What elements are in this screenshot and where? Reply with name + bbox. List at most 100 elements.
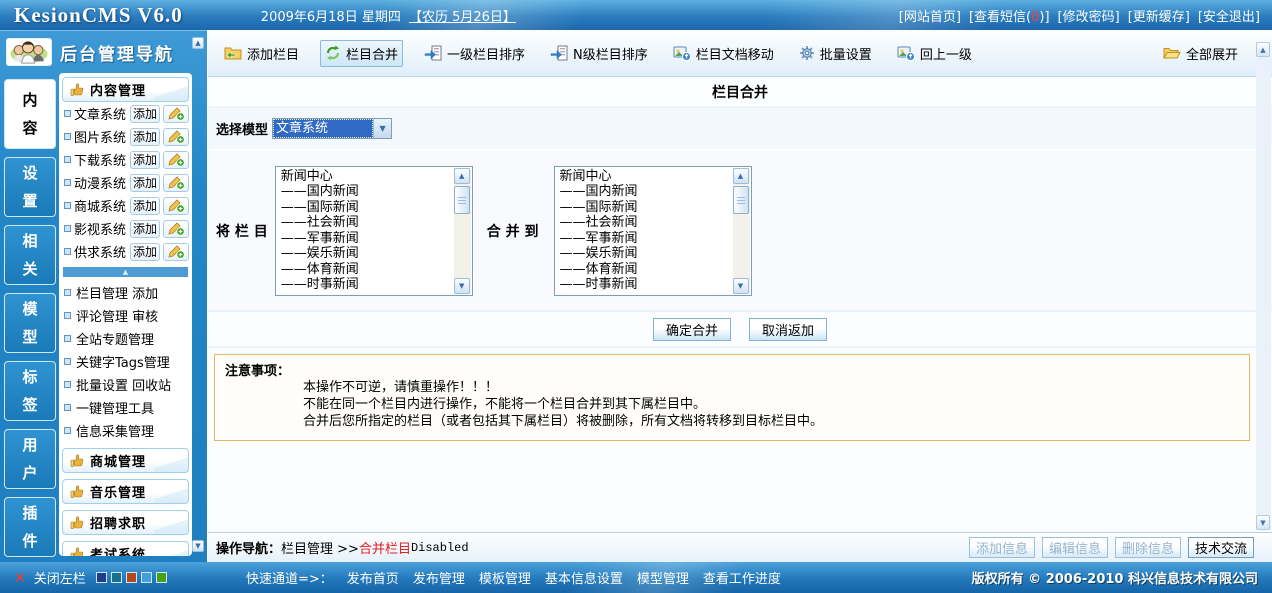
list-item[interactable]: ——社会新闻 bbox=[560, 215, 731, 231]
quick-link-work-progress[interactable]: 查看工作进度 bbox=[703, 568, 781, 587]
list-item[interactable]: ——国内新闻 bbox=[560, 184, 731, 200]
list-item[interactable]: ——时事新闻 bbox=[281, 277, 452, 293]
up-level-button[interactable]: 回上一级 bbox=[893, 41, 976, 66]
sidebar-scroll-up-icon[interactable]: ▲ bbox=[192, 37, 204, 49]
date-display: 2009年6月18日 星期四 【农历 5月26日】 bbox=[261, 6, 516, 25]
scroll-down-icon[interactable]: ▼ bbox=[1256, 515, 1270, 530]
job-manage-header[interactable]: 招聘求职 bbox=[62, 510, 189, 535]
list-item[interactable]: ——体育新闻 bbox=[560, 262, 731, 278]
scroll-down-icon[interactable]: ▼ bbox=[733, 278, 749, 294]
quick-link-publish-home[interactable]: 发布首页 bbox=[347, 568, 399, 587]
sort-levelN-button[interactable]: N级栏目排序 bbox=[546, 41, 652, 66]
list-item[interactable]: ——娱乐新闻 bbox=[560, 246, 731, 262]
quick-edit-button[interactable] bbox=[163, 197, 189, 215]
quick-edit-button[interactable] bbox=[163, 128, 189, 146]
list-item[interactable]: ——社会新闻 bbox=[281, 215, 452, 231]
add-column-button[interactable]: 添加栏目 bbox=[220, 41, 303, 66]
source-column-listbox[interactable]: 新闻中心 ——国内新闻 ——国际新闻 ——社会新闻 ——军事新闻 ——娱乐新闻 … bbox=[275, 166, 473, 296]
shop-manage-header[interactable]: 商城管理 bbox=[62, 448, 189, 473]
expand-all-button[interactable]: 全部展开 bbox=[1163, 44, 1238, 63]
sidebar-tab-plugins[interactable]: 插件 bbox=[4, 497, 56, 557]
quick-edit-button[interactable] bbox=[163, 243, 189, 261]
chevron-down-icon[interactable]: ▼ bbox=[373, 119, 391, 138]
refresh-cache-link[interactable]: [更新缓存] bbox=[1128, 6, 1190, 25]
add-button[interactable]: 添加 bbox=[130, 105, 160, 123]
quick-edit-button[interactable] bbox=[163, 174, 189, 192]
theme-swatch[interactable] bbox=[156, 572, 167, 583]
logout-link[interactable]: [安全退出] bbox=[1198, 6, 1260, 25]
add-button[interactable]: 添加 bbox=[130, 220, 160, 238]
move-documents-button[interactable]: 栏目文档移动 bbox=[669, 41, 778, 66]
merge-lists-row: 将 栏 目 新闻中心 ——国内新闻 ——国际新闻 ——社会新闻 ——军事新闻 —… bbox=[208, 151, 1272, 312]
music-manage-header[interactable]: 音乐管理 bbox=[62, 479, 189, 504]
tech-support-button[interactable]: 技术交流 bbox=[1188, 537, 1254, 558]
sidebar-tab-related[interactable]: 相关 bbox=[4, 225, 56, 285]
add-button[interactable]: 添加 bbox=[130, 197, 160, 215]
listbox-scrollbar[interactable]: ▲ ▼ bbox=[454, 168, 471, 294]
sidebar-tab-tags[interactable]: 标签 bbox=[4, 361, 56, 421]
quick-link-basic-info[interactable]: 基本信息设置 bbox=[545, 568, 623, 587]
add-button[interactable]: 添加 bbox=[130, 128, 160, 146]
sort-level1-button[interactable]: 一级栏目排序 bbox=[420, 41, 529, 66]
list-item[interactable]: ——娱乐新闻 bbox=[281, 246, 452, 262]
scrollbar-thumb[interactable] bbox=[733, 186, 749, 214]
panel-collapse-bar[interactable]: ▲ bbox=[63, 267, 188, 277]
nav-current: 合并栏目 bbox=[359, 538, 411, 557]
merge-column-button[interactable]: 栏目合并 bbox=[320, 40, 403, 67]
theme-swatch[interactable] bbox=[126, 572, 137, 583]
system-item: 供求系统 添加 bbox=[62, 240, 189, 263]
theme-swatch[interactable] bbox=[96, 572, 107, 583]
cancel-return-button[interactable]: 取消返加 bbox=[749, 318, 827, 341]
list-item[interactable]: 新闻中心 bbox=[560, 169, 731, 185]
target-column-listbox[interactable]: 新闻中心 ——国内新闻 ——国际新闻 ——社会新闻 ——军事新闻 ——娱乐新闻 … bbox=[554, 166, 752, 296]
list-item[interactable]: ——国际新闻 bbox=[560, 200, 731, 216]
listbox-scrollbar[interactable]: ▲ ▼ bbox=[733, 168, 750, 294]
quick-link-template-manage[interactable]: 模板管理 bbox=[479, 568, 531, 587]
exam-manage-header[interactable]: 考试系统 bbox=[62, 541, 189, 556]
scroll-down-icon[interactable]: ▼ bbox=[454, 278, 470, 294]
main-scrollbar[interactable]: ▲ ▼ bbox=[1256, 42, 1271, 530]
quick-edit-button[interactable] bbox=[163, 105, 189, 123]
theme-swatch[interactable] bbox=[111, 572, 122, 583]
list-item[interactable]: ——体育新闻 bbox=[281, 262, 452, 278]
sidebar-tab-model[interactable]: 模型 bbox=[4, 293, 56, 353]
close-left-panel[interactable]: × 关闭左栏 bbox=[0, 568, 210, 587]
messages-link[interactable]: [查看短信(0)] bbox=[969, 6, 1050, 25]
sidebar-tab-users[interactable]: 用户 bbox=[4, 429, 56, 489]
add-button[interactable]: 添加 bbox=[130, 151, 160, 169]
edit-info-button[interactable]: 编辑信息 bbox=[1042, 537, 1108, 558]
quick-link-publish-manage[interactable]: 发布管理 bbox=[413, 568, 465, 587]
list-item[interactable]: ——时事新闻 bbox=[560, 277, 731, 293]
lunar-date-link[interactable]: 【农历 5月26日】 bbox=[409, 10, 516, 25]
scroll-up-icon[interactable]: ▲ bbox=[454, 168, 470, 184]
folder-add-icon bbox=[224, 45, 242, 61]
sidebar-tab-content[interactable]: 内容 bbox=[4, 79, 56, 149]
add-info-button[interactable]: 添加信息 bbox=[969, 537, 1035, 558]
sidebar-tab-settings[interactable]: 设置 bbox=[4, 157, 56, 217]
model-select[interactable]: 文章系统 ▼ bbox=[272, 118, 392, 139]
list-item[interactable]: ——军事新闻 bbox=[281, 231, 452, 247]
scroll-up-icon[interactable]: ▲ bbox=[733, 168, 749, 184]
quick-edit-button[interactable] bbox=[163, 151, 189, 169]
scroll-up-icon[interactable]: ▲ bbox=[1256, 42, 1270, 57]
from-column-label: 将 栏 目 bbox=[216, 221, 268, 241]
scrollbar-thumb[interactable] bbox=[454, 186, 470, 214]
list-item[interactable]: 新闻中心 bbox=[281, 169, 452, 185]
change-password-link[interactable]: [修改密码] bbox=[1058, 6, 1120, 25]
quick-edit-button[interactable] bbox=[163, 220, 189, 238]
delete-info-button[interactable]: 删除信息 bbox=[1115, 537, 1181, 558]
bullet-icon bbox=[64, 427, 71, 434]
content-manage-header[interactable]: 内容管理 bbox=[62, 77, 189, 102]
notice-box: 注意事项： 本操作不可逆，请慎重操作！！！ 不能在同一个栏目内进行操作，不能将一… bbox=[214, 354, 1250, 441]
add-button[interactable]: 添加 bbox=[130, 174, 160, 192]
list-item[interactable]: ——国内新闻 bbox=[281, 184, 452, 200]
confirm-merge-button[interactable]: 确定合并 bbox=[653, 318, 731, 341]
list-item[interactable]: ——国际新闻 bbox=[281, 200, 452, 216]
add-button[interactable]: 添加 bbox=[130, 243, 160, 261]
list-item[interactable]: ——军事新闻 bbox=[560, 231, 731, 247]
batch-settings-button[interactable]: 批量设置 bbox=[795, 41, 876, 66]
quick-link-model-manage[interactable]: 模型管理 bbox=[637, 568, 689, 587]
home-link[interactable]: [网站首页] bbox=[899, 6, 961, 25]
sidebar-scroll-down-icon[interactable]: ▼ bbox=[192, 540, 204, 552]
theme-swatch[interactable] bbox=[141, 572, 152, 583]
